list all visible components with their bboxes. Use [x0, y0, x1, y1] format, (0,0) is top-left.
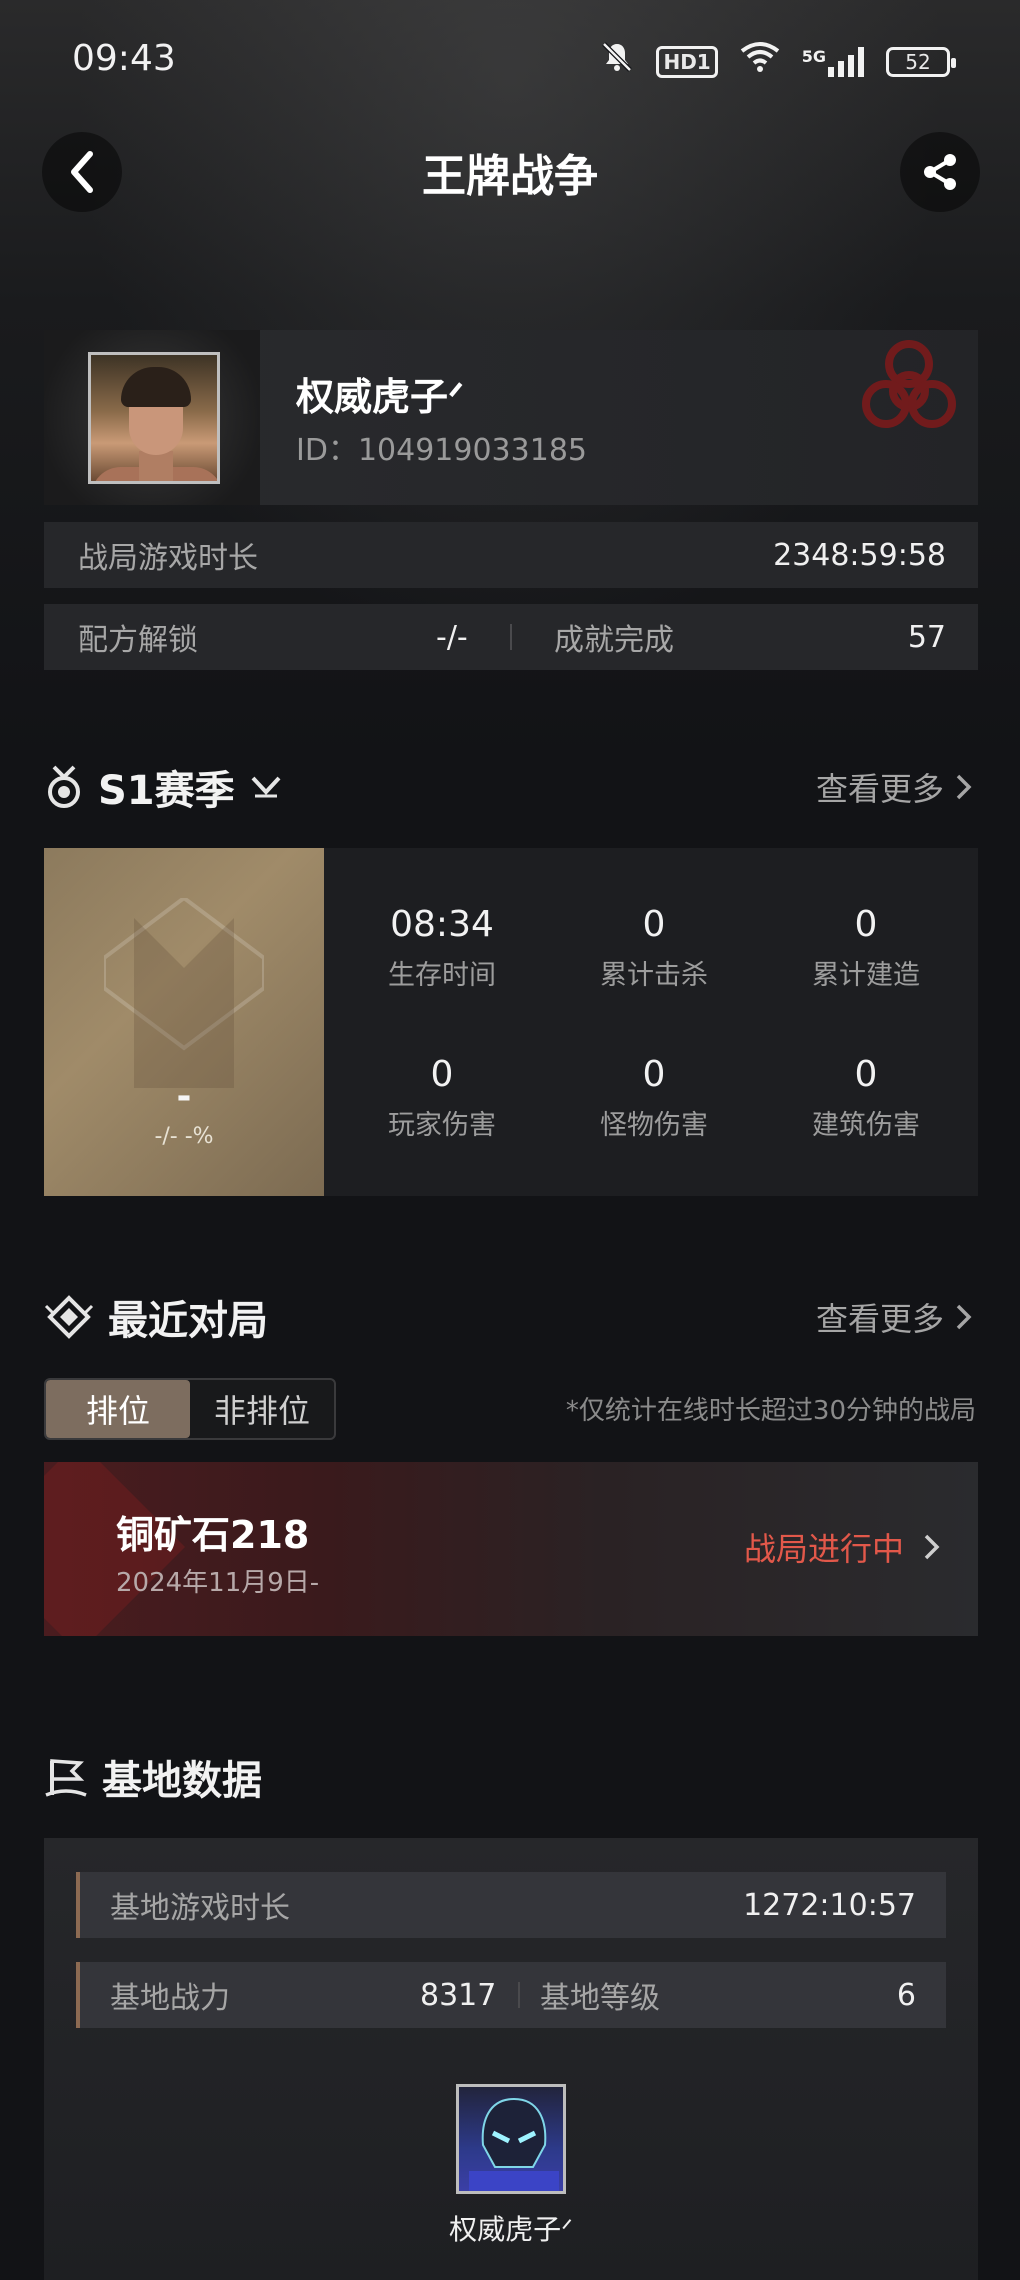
profile-card: 权威虎子ᐟ ID：104919033185: [44, 330, 978, 505]
recipe-value: -/-: [436, 619, 468, 655]
base-time-value: 1272:10:57: [743, 1887, 916, 1923]
hd-badge: HD1: [656, 45, 718, 78]
play-time-row: 战局游戏时长 2348:59:58: [44, 522, 978, 588]
stat-label: 生存时间: [388, 960, 496, 991]
signal-bars-icon: [828, 46, 864, 77]
profile-banner: [44, 330, 260, 505]
recent-title: 最近对局: [108, 1298, 268, 1344]
chevron-down-icon: [251, 776, 281, 798]
share-button[interactable]: [900, 132, 980, 212]
match-date: 2024年11月9日-: [116, 1568, 320, 1598]
season-header[interactable]: S1赛季: [44, 758, 283, 816]
page-title: 王牌战争: [422, 151, 598, 202]
chevron-right-icon: [956, 1304, 972, 1330]
season-see-more-label: 查看更多: [815, 770, 944, 808]
season-card: - -/- -% 08:34 生存时间 0 累计击杀 0 累计建造 0 玩家伤害…: [44, 848, 978, 1196]
player-id: ID：104919033185: [296, 433, 587, 468]
season-title: S1赛季: [98, 768, 235, 814]
status-time: 09:43: [72, 38, 176, 79]
biohazard-icon: [862, 340, 956, 428]
match-name: 铜矿石218: [116, 1513, 310, 1557]
stat-label: 累计建造: [812, 960, 920, 991]
tab-unranked[interactable]: 非排位: [190, 1380, 334, 1438]
stat-value: 0: [430, 1054, 454, 1095]
base-power-row: 基地战力 8317 基地等级 6: [76, 1962, 946, 2028]
stat-total-builds: 0 累计建造: [760, 904, 972, 992]
unlock-row: 配方解锁 -/- 成就完成 57: [44, 604, 978, 670]
base-power-value: 8317: [420, 1977, 497, 2013]
base-title: 基地数据: [102, 1758, 262, 1804]
achievement-label: 成就完成: [554, 623, 674, 658]
match-card[interactable]: 铜矿石218 2024年11月9日- 战局进行中: [44, 1462, 978, 1636]
flag-icon: [45, 1759, 87, 1797]
stat-value: 0: [854, 904, 878, 945]
match-status-label: 战局进行中: [743, 1530, 904, 1568]
divider: [510, 624, 512, 650]
base-power-label: 基地战力: [110, 1981, 230, 2016]
wifi-icon: [740, 41, 780, 82]
base-time-row: 基地游戏时长 1272:10:57: [76, 1872, 946, 1938]
mute-bell-icon: [600, 40, 634, 83]
owner-name: 权威虎子ᐟ: [449, 2213, 573, 2246]
stat-value: 0: [642, 1054, 666, 1095]
chevron-right-icon: [924, 1534, 940, 1560]
play-time-label: 战局游戏时长: [78, 541, 258, 576]
recent-see-more-label: 查看更多: [815, 1300, 944, 1338]
stat-monster-damage: 0 怪物伤害: [548, 1054, 760, 1142]
stat-player-damage: 0 玩家伤害: [336, 1054, 548, 1142]
owner-avatar[interactable]: [456, 2084, 566, 2194]
stat-label: 累计击杀: [600, 960, 708, 991]
battery-icon: 52: [886, 46, 956, 77]
stat-total-kills: 0 累计击杀: [548, 904, 760, 992]
base-time-label: 基地游戏时长: [110, 1891, 290, 1926]
stat-label: 建筑伤害: [812, 1110, 920, 1141]
stat-label: 玩家伤害: [388, 1110, 496, 1141]
battery-level: 52: [905, 49, 931, 74]
play-time-value: 2348:59:58: [773, 537, 946, 573]
divider: [518, 1982, 520, 2008]
chevron-right-icon: [956, 774, 972, 800]
robot-helmet-icon: [469, 2097, 559, 2191]
stat-value: 0: [642, 904, 666, 945]
recipe-label: 配方解锁: [78, 623, 198, 658]
battle-emblem-icon: [44, 1295, 94, 1339]
match-type-toggle: 排位 非排位: [44, 1378, 336, 1440]
base-level-label: 基地等级: [540, 1981, 660, 2016]
stat-value: 08:34: [390, 904, 494, 945]
base-level-value: 6: [896, 1977, 916, 2013]
stat-survival-time: 08:34 生存时间: [336, 904, 548, 992]
stat-value: 0: [854, 1054, 878, 1095]
rank-value: -: [176, 1076, 192, 1117]
rank-emblem-icon: [104, 898, 264, 1088]
stat-building-damage: 0 建筑伤害: [760, 1054, 972, 1142]
share-icon: [924, 154, 956, 190]
match-status: 战局进行中: [744, 1524, 942, 1570]
status-bar: 09:43 HD1 5G 52: [0, 0, 1020, 120]
match-note: *仅统计在线时长超过30分钟的战局: [565, 1396, 976, 1426]
recent-header: 最近对局: [44, 1288, 268, 1346]
tab-ranked[interactable]: 排位: [46, 1380, 190, 1438]
rank-percent: -/- -%: [154, 1124, 214, 1149]
recent-see-more[interactable]: 查看更多: [816, 1294, 974, 1340]
cellular-signal: 5G: [801, 46, 864, 77]
base-header: 基地数据: [44, 1748, 262, 1806]
base-card: 基地游戏时长 1272:10:57 基地战力 8317 基地等级 6 权威虎子ᐟ: [44, 1838, 978, 2280]
medal-icon: [48, 765, 80, 808]
player-name: 权威虎子ᐟ: [296, 375, 465, 419]
season-see-more[interactable]: 查看更多: [816, 764, 974, 810]
achievement-value: 57: [907, 619, 946, 655]
status-icons: HD1 5G 52: [600, 40, 956, 83]
avatar[interactable]: [88, 352, 220, 484]
network-type: 5G: [801, 46, 826, 66]
stat-label: 怪物伤害: [600, 1110, 708, 1141]
rank-emblem: - -/- -%: [44, 848, 324, 1196]
